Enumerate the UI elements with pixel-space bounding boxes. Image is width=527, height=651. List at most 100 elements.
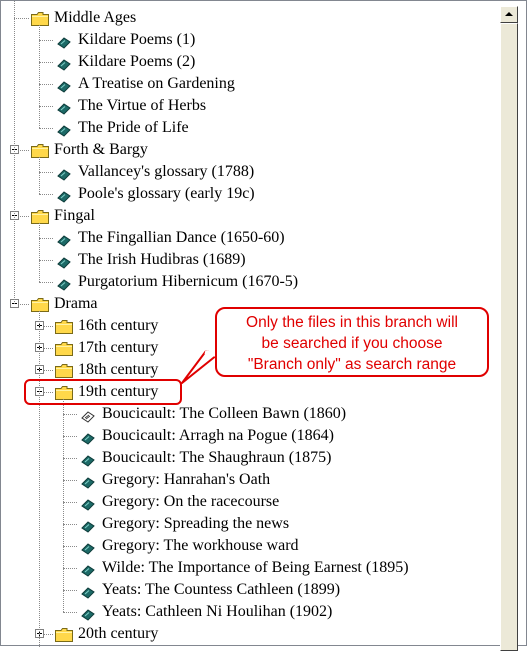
callout-line-2: be searched if you choose: [261, 335, 443, 352]
tree-document-node[interactable]: Boucicault: The Shaughraun (1875): [1, 447, 498, 469]
tree-document-node[interactable]: Wilde: The Importance of Being Earnest (…: [1, 557, 498, 579]
tree-node-label[interactable]: Gregory: The workhouse ward: [102, 535, 299, 557]
tree-document-node[interactable]: The Fingallian Dance (1650-60): [1, 227, 498, 249]
tree-connector-line: [63, 399, 64, 612]
tree-connector-line: [39, 260, 53, 261]
scroll-up-button[interactable]: [500, 6, 518, 23]
document-icon: [57, 188, 71, 203]
tree-node-label[interactable]: Boucicault: The Colleen Bawn (1860): [102, 403, 346, 425]
tree-document-node[interactable]: A Treatise on Gardening: [1, 73, 498, 95]
tree-connector-line: [39, 634, 40, 647]
tree-document-node[interactable]: Gregory: Spreading the news: [1, 513, 498, 535]
tree-node-label[interactable]: The Irish Hudibras (1689): [78, 249, 246, 271]
tree-document-node[interactable]: Kildare Poems (1): [1, 29, 498, 51]
tree-node-label[interactable]: A Treatise on Gardening: [78, 73, 235, 95]
tree-node-label[interactable]: Boucicault: The Shaughraun (1875): [102, 447, 331, 469]
document-icon: [81, 584, 95, 599]
tree-document-node[interactable]: Yeats: Cathleen Ni Houlihan (1902): [1, 601, 498, 623]
tree-node-label[interactable]: Wilde: The Importance of Being Earnest (…: [102, 557, 409, 579]
tree-connector-line: [63, 524, 77, 525]
tree-connector-line: [63, 612, 77, 613]
tree-document-node[interactable]: The Virtue of Herbs: [1, 95, 498, 117]
tree-node-label[interactable]: Yeats: The Countess Cathleen (1899): [102, 579, 340, 601]
vertical-scrollbar[interactable]: [500, 6, 518, 651]
document-icon: [81, 430, 95, 445]
callout-note: Only the files in this branch will be se…: [215, 307, 489, 377]
tree-node-label[interactable]: Vallancey's glossary (1788): [78, 161, 254, 183]
folder-icon: [55, 363, 73, 378]
tree-node-label[interactable]: Kildare Poems (1): [78, 29, 195, 51]
tree-document-node[interactable]: Gregory: On the racecourse: [1, 491, 498, 513]
tree-node-label[interactable]: 16th century: [78, 315, 158, 337]
tree-connector-line: [39, 128, 53, 129]
folder-icon: [55, 319, 73, 334]
tree-document-node[interactable]: Gregory: Hanrahan's Oath: [1, 469, 498, 491]
callout-line-1: Only the files in this branch will: [246, 314, 458, 331]
tree-node-label[interactable]: Gregory: Spreading the news: [102, 513, 289, 535]
tree-node-label[interactable]: Yeats: Cathleen Ni Houlihan (1902): [102, 601, 332, 623]
document-icon: [57, 122, 71, 137]
tree-connector-line: [39, 282, 53, 283]
tree-connector-line: [39, 157, 40, 194]
tree-connector-line: [63, 568, 77, 569]
tree-connector-line: [14, 18, 29, 19]
tree-document-node[interactable]: Poole's glossary (early 19c): [1, 183, 498, 205]
document-icon: [81, 540, 95, 555]
tree-node-label[interactable]: The Pride of Life: [78, 117, 189, 139]
document-icon: [57, 276, 71, 291]
folder-icon: [31, 297, 49, 312]
scrollbar-thumb[interactable]: [500, 23, 518, 651]
tree-connector-line: [39, 311, 40, 634]
tree-connector-line: [39, 172, 53, 173]
tree-connector-line: [39, 40, 53, 41]
tree-document-node[interactable]: Boucicault: The Colleen Bawn (1860): [1, 403, 498, 425]
scroll-up-arrow-icon: [505, 12, 513, 16]
tree-folder-node[interactable]: 20th century: [1, 623, 498, 645]
tree-connector-line: [63, 436, 77, 437]
tree-folder-node[interactable]: Forth & Bargy: [1, 139, 498, 161]
tree-node-label[interactable]: 17th century: [78, 337, 158, 359]
tree-node-label[interactable]: Middle Ages: [54, 7, 136, 29]
callout-line-3: "Branch only" as search range: [247, 356, 457, 373]
tree-node-label[interactable]: Forth & Bargy: [54, 139, 148, 161]
tree-node-label[interactable]: Boucicault: Arragh na Pogue (1864): [102, 425, 334, 447]
tree-node-label[interactable]: Kildare Poems (2): [78, 51, 195, 73]
tree-connector-line: [39, 106, 53, 107]
document-icon: [57, 56, 71, 71]
tree-document-node[interactable]: Boucicault: Arragh na Pogue (1864): [1, 425, 498, 447]
tree-document-node[interactable]: Vallancey's glossary (1788): [1, 161, 498, 183]
document-icon: [81, 496, 95, 511]
document-icon: [57, 100, 71, 115]
tree-folder-node[interactable]: Fingal: [1, 205, 498, 227]
document-icon: [81, 562, 95, 577]
folder-icon: [31, 143, 49, 158]
tree-node-label[interactable]: Fingal: [54, 205, 95, 227]
document-icon: [57, 78, 71, 93]
tree-node-label[interactable]: Drama: [54, 293, 98, 315]
tree-node-label[interactable]: The Fingallian Dance (1650-60): [78, 227, 285, 249]
tree-connector-line: [63, 546, 77, 547]
tree-document-node[interactable]: Gregory: The workhouse ward: [1, 535, 498, 557]
tree-folder-node[interactable]: Middle Ages: [1, 7, 498, 29]
document-icon: [57, 254, 71, 269]
tree-document-node[interactable]: Yeats: The Countess Cathleen (1899): [1, 579, 498, 601]
tree-connector-line: [63, 480, 77, 481]
tree-connector-line: [63, 590, 77, 591]
tree-document-node[interactable]: Purgatorium Hibernicum (1670-5): [1, 271, 498, 293]
tree-node-label[interactable]: Gregory: Hanrahan's Oath: [102, 469, 270, 491]
tree-document-node[interactable]: The Irish Hudibras (1689): [1, 249, 498, 271]
tree-node-label[interactable]: 18th century: [78, 359, 158, 381]
document-icon: [57, 166, 71, 181]
tree-node-label[interactable]: The Virtue of Herbs: [78, 95, 206, 117]
tree-node-label[interactable]: Purgatorium Hibernicum (1670-5): [78, 271, 298, 293]
tree-connector-line: [63, 414, 77, 415]
folder-icon: [55, 627, 73, 642]
document-icon: [81, 518, 95, 533]
folder-icon: [55, 341, 73, 356]
tree-node-label[interactable]: Poole's glossary (early 19c): [78, 183, 255, 205]
tree-document-node[interactable]: The Pride of Life: [1, 117, 498, 139]
tree-node-label[interactable]: Gregory: On the racecourse: [102, 491, 279, 513]
tree-document-node[interactable]: Kildare Poems (2): [1, 51, 498, 73]
tree-node-label[interactable]: 20th century: [78, 623, 158, 645]
document-icon: [81, 606, 95, 621]
